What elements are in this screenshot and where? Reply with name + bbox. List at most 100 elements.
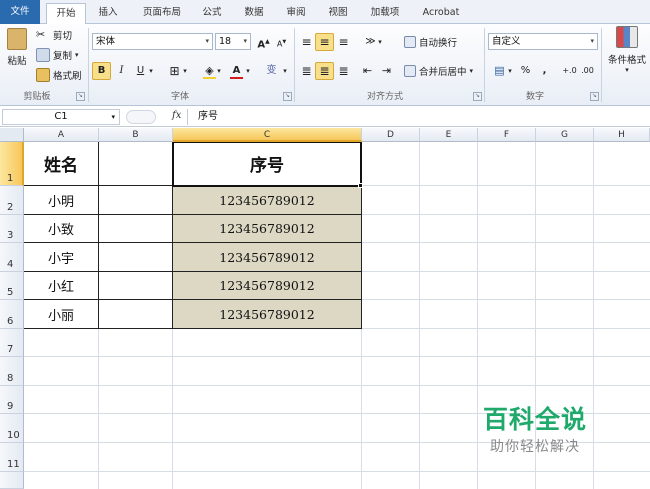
ribbon-tab-bar: 文件 开始 插入 页面布局 公式 数据 审阅 视图 加载项 Acrobat [0,0,650,25]
paste-button[interactable]: 粘贴 [5,28,29,72]
row-header-12[interactable] [0,472,24,489]
row-header-6[interactable]: 6 [0,300,24,329]
cut-button[interactable]: ✂ 剪切 [36,26,72,44]
scissors-icon: ✂ [36,28,46,41]
column-header-f[interactable]: F [478,128,536,142]
column-header-e[interactable]: E [420,128,478,142]
bold-button[interactable]: B [92,62,111,80]
column-header-d[interactable]: D [362,128,420,142]
font-size-value: 18 [219,36,232,47]
group-separator [294,28,295,102]
merge-dropdown-icon: ▾ [469,67,474,75]
comma-button[interactable]: , [535,62,554,80]
fill-dropdown-icon[interactable]: ▾ [214,62,224,80]
borders-dropdown-icon[interactable]: ▾ [180,62,190,80]
copy-icon [36,48,50,62]
row-number: 8 [7,373,14,384]
copy-dropdown-icon: ▾ [75,51,79,59]
merge-center-button[interactable]: 合并后居中 ▾ [404,62,473,80]
table-border [24,271,362,272]
alignment-launcher-icon[interactable]: ↘ [473,92,482,101]
copy-button[interactable]: 复制 ▾ [36,46,79,64]
grow-font-button[interactable]: A▲ [254,33,273,51]
font-name-value: 宋体 [96,36,116,47]
row-header-8[interactable]: 8 [0,357,24,386]
tab-page-layout[interactable]: 页面布局 [134,3,190,24]
formula-bar-expander[interactable] [126,110,156,124]
row-header-9[interactable]: 9 [0,386,24,414]
row-number: 10 [7,430,20,441]
tab-formulas[interactable]: 公式 [196,3,228,24]
watermark-title: 百科全说 [483,405,588,434]
conditional-format-icon [616,26,638,48]
fill-handle[interactable] [358,183,363,188]
tab-insert[interactable]: 插入 [90,3,126,24]
column-header-c[interactable]: C [173,128,362,142]
number-launcher-icon[interactable]: ↘ [590,92,599,101]
row-header-1[interactable]: 1 [0,142,24,186]
column-header-g[interactable]: G [536,128,594,142]
table-border [24,242,362,243]
merge-center-label: 合并后居中 [419,67,467,78]
tab-view[interactable]: 视图 [322,3,354,24]
wrap-text-button[interactable]: 自动换行 [404,33,457,51]
font-name-select[interactable]: 宋体 ▾ [92,33,213,50]
phonetic-button[interactable]: 变 [262,62,281,80]
align-top-icon[interactable]: ≡ [297,33,316,51]
chevron-down-icon: ▾ [111,113,115,121]
fx-icon[interactable]: fx [172,110,181,121]
shrink-font-button[interactable]: A▼ [272,33,291,51]
column-header-a[interactable]: A [24,128,99,142]
align-left-icon[interactable]: ≣ [297,62,316,80]
conditional-format-button[interactable]: 条件格式 ▾ [606,26,648,86]
clipboard-launcher-icon[interactable]: ↘ [76,92,85,101]
row-header-2[interactable]: 2 [0,186,24,215]
tab-acrobat[interactable]: Acrobat [416,3,466,24]
currency-dropdown-icon[interactable]: ▾ [505,62,515,80]
format-painter-button[interactable]: 格式刷 [36,66,82,84]
row-header-5[interactable]: 5 [0,272,24,300]
gridline [24,471,650,472]
decrease-decimal-icon[interactable]: .00 [578,62,597,80]
align-center-icon[interactable]: ≣ [315,62,334,80]
percent-button[interactable]: % [516,62,535,80]
increase-indent-icon[interactable]: ⇥ [377,62,396,80]
align-middle-icon[interactable]: ≡ [315,33,334,51]
row-header-3[interactable]: 3 [0,215,24,243]
decrease-indent-icon[interactable]: ⇤ [358,62,377,80]
font-color-dropdown-icon[interactable]: ▾ [243,62,253,80]
tab-review[interactable]: 审阅 [280,3,312,24]
clipboard-icon [7,28,27,50]
increase-decimal-icon[interactable]: +.0 [560,62,579,80]
tab-addins[interactable]: 加载项 [364,3,406,24]
tab-data[interactable]: 数据 [236,3,272,24]
tab-home[interactable]: 开始 [46,3,86,25]
tab-file[interactable]: 文件 [0,0,40,24]
column-header-b[interactable]: B [99,128,173,142]
italic-button[interactable]: I [112,62,131,80]
chevron-down-icon: ▾ [590,37,594,45]
select-all-corner[interactable] [0,128,24,142]
formula-input[interactable]: 序号 [187,109,648,125]
font-size-select[interactable]: 18 ▾ [215,33,251,50]
align-bottom-icon[interactable]: ≡ [334,33,353,51]
row-header-11[interactable]: 11 [0,443,24,472]
column-header-h[interactable]: H [594,128,650,142]
row-header-7[interactable]: 7 [0,329,24,357]
merge-cells-icon [404,65,416,77]
orientation-dropdown-icon[interactable]: ▾ [375,33,385,51]
phonetic-dropdown-icon[interactable]: ▾ [280,62,290,80]
formula-bar: C1 ▾ fx 序号 [0,107,650,127]
row-header-4[interactable]: 4 [0,243,24,272]
align-right-icon[interactable]: ≣ [334,62,353,80]
underline-dropdown-icon[interactable]: ▾ [146,62,156,80]
group-separator [484,28,485,102]
row-number: 4 [7,259,14,270]
name-box[interactable]: C1 ▾ [2,109,120,125]
gridline [419,142,420,489]
format-painter-label: 格式刷 [53,71,82,82]
font-launcher-icon[interactable]: ↘ [283,92,292,101]
number-format-select[interactable]: 自定义 ▾ [488,33,598,50]
paste-label: 粘贴 [7,56,27,67]
row-header-10[interactable]: 10 [0,414,24,443]
